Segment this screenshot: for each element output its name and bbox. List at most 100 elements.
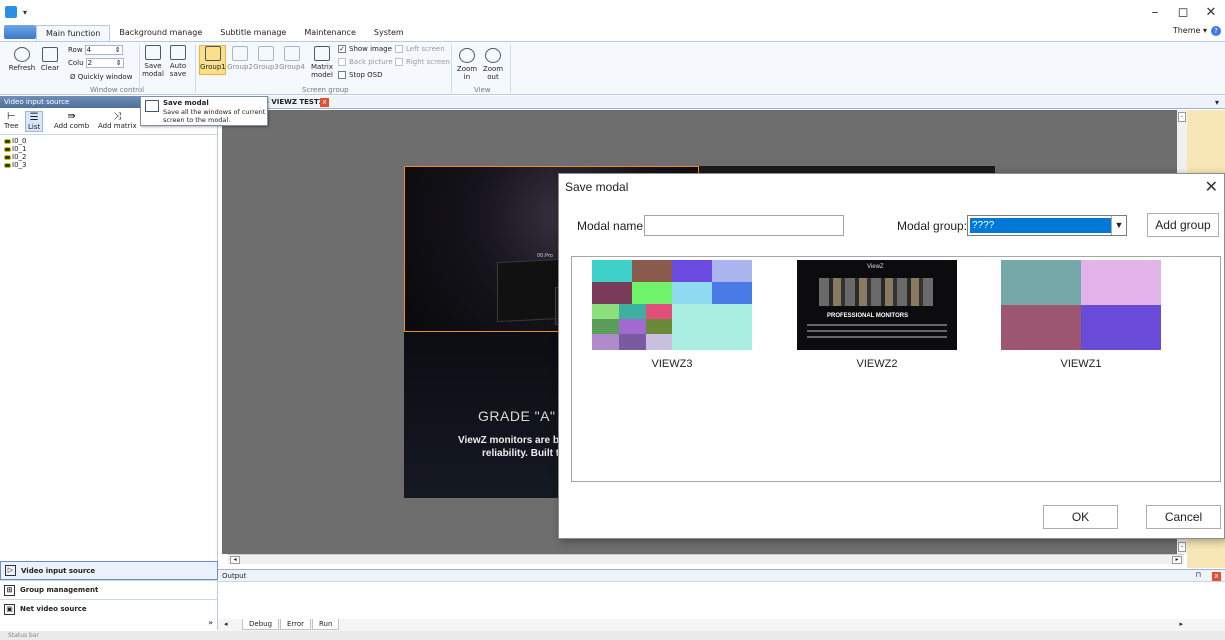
ribbon-separator [451, 45, 452, 93]
auto-save-button[interactable]: Auto save [167, 45, 189, 78]
scroll-down-icon[interactable]: - [1178, 542, 1186, 552]
tab-debug[interactable]: Debug [242, 619, 280, 630]
ribbon-panel: Refresh Clear Row 4 Colu 2 Ø Quickly win… [0, 41, 1225, 95]
row-stepper[interactable]: 4 [84, 45, 123, 55]
refresh-icon [14, 47, 30, 62]
scroll-up-icon[interactable]: - [1178, 112, 1186, 122]
list-item[interactable]: I0_3 [4, 161, 213, 169]
save-modal-icon [145, 45, 161, 60]
left-panel: Video input source ⊢ Tree ☰ List ⇛ Add c… [0, 96, 218, 630]
modal-thumbnail-viewz1[interactable]: VIEWZ1 [1000, 260, 1162, 370]
tab-scroll-right-icon[interactable]: ▸ [1179, 619, 1183, 630]
add-comb-label: Add comb [54, 122, 90, 130]
modal-name-input[interactable] [644, 215, 844, 236]
scroll-right-icon[interactable]: ▸ [1172, 556, 1182, 564]
help-icon[interactable]: ? [1211, 26, 1221, 36]
group1-button[interactable]: Group1 [199, 45, 226, 75]
tree-icon: ⊢ [6, 111, 16, 122]
title-bar: ▾ – ◻ ✕ [0, 0, 1225, 24]
list-item[interactable]: I0_1 [4, 145, 213, 153]
tab-dropdown-icon[interactable]: ▾ [1215, 96, 1219, 109]
save-modal-tooltip: Save modal Save all the windows of curre… [140, 96, 268, 126]
scroll-left-icon[interactable]: ◂ [230, 556, 240, 564]
group2-button[interactable]: Group2 [227, 46, 253, 71]
tab-subtitle-manage[interactable]: Subtitle manage [211, 25, 295, 41]
chevron-down-icon[interactable]: ▼ [1111, 216, 1126, 235]
left-screen-checkbox[interactable]: Left screen [395, 45, 445, 53]
matrix-model-button[interactable]: Matrix model [310, 46, 334, 79]
cancel-button[interactable]: Cancel [1146, 505, 1221, 529]
tab-close-icon[interactable]: x [320, 98, 329, 107]
modal-name-label: Modal name: [577, 219, 647, 233]
stop-osd-checkbox[interactable]: Stop OSD [338, 71, 382, 79]
left-panel-nav: ▷ Video input source ⊞ Group management ▣ N… [0, 561, 218, 630]
column-stepper[interactable]: 2 [85, 58, 124, 68]
refresh-label: Refresh [8, 64, 36, 72]
expand-chevron-icon[interactable]: » [0, 618, 218, 630]
grid-icon: ⊞ [4, 584, 15, 596]
quickly-window-button[interactable]: Ø Quickly window [70, 73, 132, 81]
group3-label: Group3 [253, 63, 279, 71]
group4-button[interactable]: Group4 [279, 46, 305, 71]
tab-background-manage[interactable]: Background manage [110, 25, 211, 41]
list-view-button[interactable]: ☰ List [25, 111, 44, 132]
zoom-out-icon [485, 48, 501, 63]
promo-text: ViewZ monitors are built reliability. Bu… [458, 434, 574, 460]
add-group-button[interactable]: Add group [1147, 213, 1219, 237]
horizontal-scrollbar[interactable]: ◂ ▸ [228, 554, 1184, 564]
tab-scroll-left-icon[interactable]: ◂ [224, 619, 228, 630]
list-item[interactable]: I0_0 [4, 137, 213, 145]
refresh-button[interactable]: Refresh [8, 47, 36, 72]
zoom-in-button[interactable]: Zoom in [455, 48, 479, 81]
checkbox-checked-icon: ✓ [338, 45, 346, 53]
output-close-icon[interactable]: x [1212, 572, 1221, 581]
add-comb-button[interactable]: ⇛ Add comb [54, 111, 89, 130]
ok-button[interactable]: OK [1043, 505, 1118, 529]
nav-net-video-source[interactable]: ▣ Net video source [0, 599, 218, 618]
back-picture-checkbox[interactable]: Back picture [338, 58, 393, 66]
dialog-title: Save modal [565, 180, 629, 194]
maximize-button[interactable]: ◻ [1169, 0, 1197, 24]
back-picture-label: Back picture [349, 58, 393, 66]
checkbox-icon [395, 45, 403, 53]
auto-save-label: Auto save [169, 62, 187, 78]
tab-system[interactable]: System [365, 25, 413, 41]
thumbnail-image [592, 260, 752, 350]
add-matrix-label: Add matrix [98, 122, 137, 130]
quickly-window-label: Quickly window [77, 73, 133, 81]
nav-label: Video input source [21, 566, 96, 575]
pin-icon[interactable]: ⊓ [1196, 571, 1201, 579]
modal-group-select[interactable]: ???? ▼ [967, 215, 1127, 236]
right-screen-checkbox[interactable]: Right screen [395, 58, 450, 66]
show-image-checkbox[interactable]: ✓ Show image [338, 45, 392, 53]
save-modal-label: Save modal [142, 62, 164, 78]
nav-group-management[interactable]: ⊞ Group management [0, 580, 218, 599]
dialog-close-icon[interactable]: ✕ [1205, 177, 1218, 197]
tab-maintenance[interactable]: Maintenance [295, 25, 365, 41]
group3-button[interactable]: Group3 [253, 46, 279, 71]
close-button[interactable]: ✕ [1197, 0, 1225, 24]
clear-button[interactable]: Clear [38, 47, 62, 72]
quick-access-dropdown-icon[interactable]: ▾ [23, 8, 27, 17]
modal-thumbnail-viewz2[interactable]: ViewZ PROFESSIONAL MONITORS VIEWZ2 [796, 260, 958, 370]
minimize-button[interactable]: – [1141, 0, 1169, 24]
tab-viewz-test2[interactable]: - VIEWZ TEST2 [266, 96, 324, 109]
add-matrix-button[interactable]: ⤨ Add matrix [98, 111, 137, 130]
file-menu-button[interactable] [4, 25, 36, 39]
source-label: I0_1 [12, 145, 27, 153]
zoom-in-label: Zoom in [456, 65, 478, 81]
source-label: I0_0 [12, 137, 27, 145]
save-modal-button[interactable]: Save modal [142, 45, 164, 78]
tab-main-function[interactable]: Main function [36, 25, 111, 41]
list-item[interactable]: I0_2 [4, 153, 213, 161]
thumbnail-label: VIEWZ2 [856, 358, 898, 370]
zoom-out-button[interactable]: Zoom out [481, 48, 505, 81]
tab-run[interactable]: Run [312, 619, 340, 630]
save-modal-dialog: Save modal ✕ Modal name: Modal group: ??… [558, 173, 1225, 539]
modal-thumbnail-viewz3[interactable]: VIEWZ3 [591, 260, 753, 370]
tree-view-button[interactable]: ⊢ Tree [4, 111, 19, 130]
nav-video-input-source[interactable]: ▷ Video input source [0, 561, 218, 580]
theme-menu[interactable]: Theme ▾ [1173, 26, 1207, 35]
app-icon[interactable] [5, 6, 17, 18]
tab-error[interactable]: Error [280, 619, 312, 630]
